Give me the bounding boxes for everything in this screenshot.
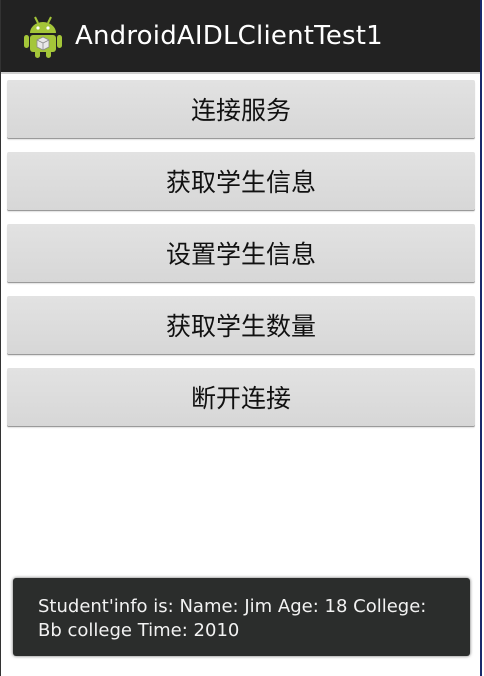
- get-student-info-button[interactable]: 获取学生信息: [7, 152, 475, 210]
- app-title: AndroidAIDLClientTest1: [75, 21, 383, 51]
- disconnect-button[interactable]: 断开连接: [7, 368, 475, 426]
- connect-service-button[interactable]: 连接服务: [7, 80, 475, 138]
- button-list: 连接服务 获取学生信息 设置学生信息 获取学生数量 断开连接: [1, 76, 480, 440]
- set-student-info-button[interactable]: 设置学生信息: [7, 224, 475, 282]
- get-student-count-button[interactable]: 获取学生数量: [7, 296, 475, 354]
- toast-message: Student'info is: Name: Jim Age: 18 Colle…: [13, 578, 470, 656]
- android-robot-icon: [24, 16, 62, 58]
- action-bar: AndroidAIDLClientTest1: [1, 0, 480, 74]
- toast-text: Student'info is: Name: Jim Age: 18 Colle…: [38, 596, 427, 641]
- app-window: AndroidAIDLClientTest1 连接服务 获取学生信息 设置学生信…: [0, 0, 482, 676]
